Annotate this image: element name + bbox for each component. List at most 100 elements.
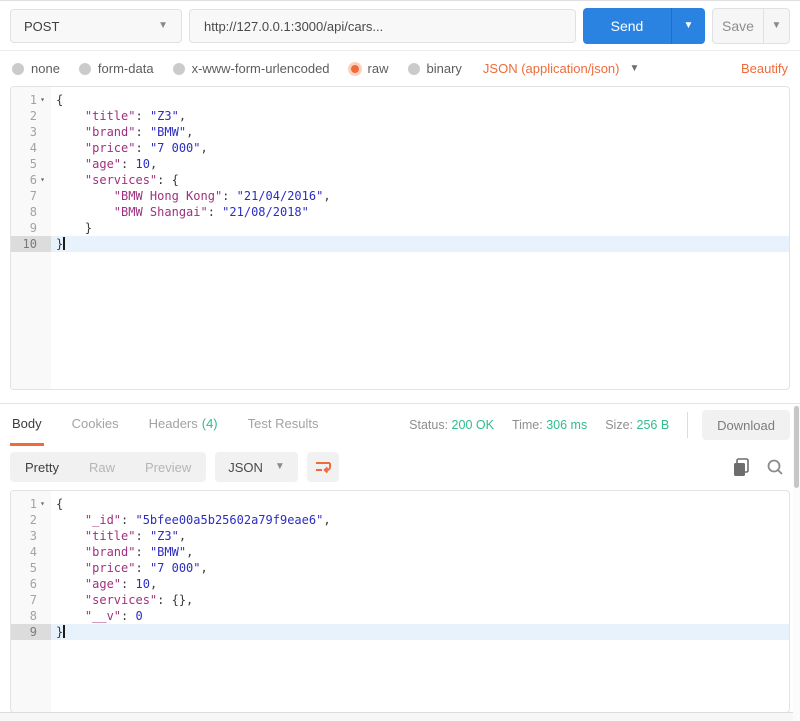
token-key: "brand"	[84, 545, 136, 559]
save-options-button[interactable]: ▼	[763, 9, 789, 43]
token-punc: ,	[149, 577, 158, 591]
line-number: 3	[11, 124, 51, 140]
code-line: 4 "price": "7 000",	[11, 140, 789, 156]
code-text: "services": {	[51, 172, 789, 188]
response-meta: Status: 200 OK Time: 306 ms Size: 256 B …	[391, 404, 790, 446]
copy-response-button[interactable]	[733, 457, 750, 477]
search-response-button[interactable]	[766, 458, 784, 476]
radio-icon	[78, 62, 91, 75]
line-number-value: 2	[29, 513, 37, 527]
response-tab-headers[interactable]: Headers (4)	[147, 404, 220, 446]
save-button[interactable]: Save	[713, 9, 763, 43]
request-body-editor[interactable]: 1 ▾{2 "title": "Z3", 3 "brand": "BMW", 4 "p…	[10, 86, 790, 390]
token-punc: :	[222, 189, 237, 203]
line-number-value: 8	[29, 609, 37, 623]
line-number-value: 7	[29, 189, 37, 203]
search-icon	[767, 459, 783, 475]
body-type-option-form-data[interactable]: form-data	[78, 61, 154, 76]
response-tab-label: Headers	[148, 416, 198, 431]
save-button-label: Save	[722, 18, 754, 34]
token-key: "title"	[84, 109, 136, 123]
view-tab-preview[interactable]: Preview	[130, 452, 206, 482]
token-str: "BMW"	[149, 545, 187, 559]
radio-icon	[407, 62, 420, 75]
response-tab-cookies[interactable]: Cookies	[70, 404, 121, 446]
text-cursor	[63, 625, 66, 638]
code-line: 5 "age": 10,	[11, 156, 789, 172]
code-line: 5 "price": "7 000",	[11, 560, 789, 576]
line-number: 8	[11, 204, 51, 220]
vertical-scrollbar[interactable]	[793, 405, 800, 721]
send-button[interactable]: Send	[583, 8, 671, 44]
response-tab-body[interactable]: Body	[10, 404, 44, 446]
code-text: "age": 10,	[51, 576, 789, 592]
send-options-button[interactable]: ▼	[671, 8, 705, 44]
url-input[interactable]	[189, 9, 576, 43]
content-type-label: JSON (application/json)	[482, 61, 620, 76]
fold-toggle-icon[interactable]: ▾	[37, 172, 48, 188]
body-type-option-binary[interactable]: binary	[407, 61, 462, 76]
token-punc: :	[135, 125, 150, 139]
token-key: "age"	[84, 577, 122, 591]
postman-request-view: POST ▼ Send ▼ Save ▼ none form-data x-www-…	[0, 0, 800, 721]
radio-label: binary	[426, 61, 462, 76]
view-tab-raw[interactable]: Raw	[74, 452, 130, 482]
code-text: "price": "7 000",	[51, 560, 789, 576]
token-key: "BMW Hong Kong"	[113, 189, 223, 203]
code-text: }	[51, 624, 789, 640]
token-punc: :	[121, 609, 136, 623]
token-key: "services"	[84, 593, 158, 607]
line-number-value: 6	[29, 173, 37, 187]
token-punc: :	[135, 141, 150, 155]
line-number: 2	[11, 512, 51, 528]
response-tab-test-results[interactable]: Test Results	[246, 404, 321, 446]
token-num: 10	[135, 577, 150, 591]
response-body-editor[interactable]: 1 ▾{2 "_id": "5bfee00a5b25602a79f9eae6", 3…	[10, 490, 790, 713]
download-button[interactable]: Download	[702, 410, 790, 440]
token-punc: }	[84, 221, 93, 235]
wrap-lines-button[interactable]	[306, 452, 339, 482]
response-format-select[interactable]: JSON ▼	[215, 452, 298, 482]
radio-label: raw	[367, 61, 389, 76]
body-type-option-none[interactable]: none	[12, 61, 60, 76]
chevron-down-icon: ▼	[274, 461, 285, 472]
time-value: 306 ms	[546, 418, 588, 432]
line-number-value: 4	[29, 141, 37, 155]
scrollbar-thumb[interactable]	[794, 406, 799, 488]
fold-toggle-icon[interactable]: ▾	[37, 496, 48, 512]
token-str: "7 000"	[149, 141, 201, 155]
http-method-select[interactable]: POST ▼	[10, 9, 182, 43]
code-text: {	[51, 92, 789, 108]
response-tab-label: Test Results	[247, 416, 319, 431]
fold-toggle-icon[interactable]: ▾	[37, 92, 48, 108]
code-text: "age": 10,	[51, 156, 789, 172]
radio-selected-icon	[350, 64, 359, 73]
content-type-select[interactable]: JSON (application/json) ▼	[483, 61, 639, 76]
body-type-option-x-www-form-urlencoded[interactable]: x-www-form-urlencoded	[172, 61, 330, 76]
code-line: 3 "brand": "BMW",	[11, 124, 789, 140]
token-punc: :	[135, 561, 150, 575]
code-line: 7 "BMW Hong Kong": "21/04/2016",	[11, 188, 789, 204]
beautify-link[interactable]: Beautify	[741, 61, 788, 76]
token-str: "21/08/2018"	[222, 205, 309, 219]
line-number: 3	[11, 528, 51, 544]
token-punc: :	[135, 545, 150, 559]
request-bar: POST ▼ Send ▼ Save ▼	[0, 1, 800, 50]
body-type-option-raw[interactable]: raw	[349, 61, 389, 76]
code-text: {	[51, 496, 789, 512]
line-number-value: 6	[29, 577, 37, 591]
code-text: "BMW Hong Kong": "21/04/2016",	[51, 188, 789, 204]
footer-strip	[0, 712, 800, 721]
line-number-value: 2	[29, 109, 37, 123]
line-number-value: 7	[29, 593, 37, 607]
code-line: 2 "_id": "5bfee00a5b25602a79f9eae6",	[11, 512, 789, 528]
view-tab-pretty[interactable]: Pretty	[10, 452, 74, 482]
token-num: 10	[135, 157, 150, 171]
